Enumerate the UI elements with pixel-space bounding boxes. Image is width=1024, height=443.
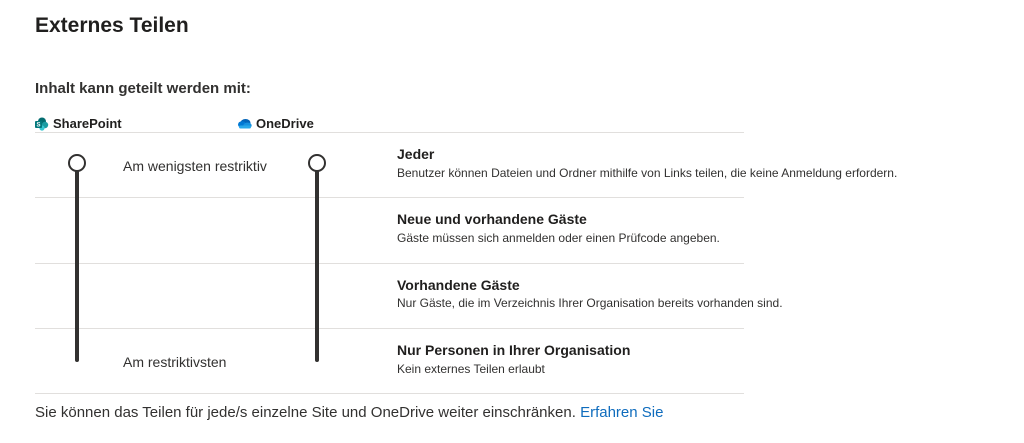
level-title: Jeder bbox=[397, 146, 435, 162]
least-restrictive-label: Am wenigsten restriktiv bbox=[123, 158, 267, 174]
level-description: Nur Gäste, die im Verzeichnis Ihrer Orga… bbox=[397, 296, 783, 310]
sharepoint-label: SharePoint bbox=[53, 116, 122, 131]
onedrive-label: OneDrive bbox=[256, 116, 314, 131]
divider bbox=[35, 197, 744, 198]
page-title: Externes Teilen bbox=[35, 14, 189, 37]
svg-text:S: S bbox=[36, 122, 40, 128]
onedrive-sharing-slider-track[interactable] bbox=[315, 162, 319, 362]
onedrive-column-header: OneDrive bbox=[237, 116, 314, 131]
divider bbox=[35, 132, 744, 133]
divider bbox=[35, 263, 744, 264]
footer-note: Sie können das Teilen für jede/s einzeln… bbox=[35, 404, 663, 421]
divider bbox=[35, 328, 744, 329]
level-description: Kein externes Teilen erlaubt bbox=[397, 362, 545, 376]
level-title: Vorhandene Gäste bbox=[397, 277, 520, 293]
level-description: Gäste müssen sich anmelden oder einen Pr… bbox=[397, 231, 720, 245]
level-description: Benutzer können Dateien und Ordner mithi… bbox=[397, 166, 898, 180]
onedrive-icon bbox=[237, 118, 252, 129]
sharepoint-icon: S bbox=[35, 117, 49, 131]
sharepoint-sharing-slider-track[interactable] bbox=[75, 162, 79, 362]
sharepoint-sharing-slider-thumb[interactable] bbox=[68, 154, 86, 172]
divider bbox=[35, 393, 744, 394]
learn-more-link[interactable]: Erfahren Sie bbox=[580, 404, 663, 421]
level-title: Nur Personen in Ihrer Organisation bbox=[397, 342, 631, 358]
level-title: Neue und vorhandene Gäste bbox=[397, 211, 587, 227]
footer-text: Sie können das Teilen für jede/s einzeln… bbox=[35, 404, 576, 421]
onedrive-sharing-slider-thumb[interactable] bbox=[308, 154, 326, 172]
most-restrictive-label: Am restriktivsten bbox=[123, 354, 227, 370]
sharing-heading: Inhalt kann geteilt werden mit: bbox=[35, 80, 251, 97]
sharepoint-column-header: S SharePoint bbox=[35, 116, 122, 131]
